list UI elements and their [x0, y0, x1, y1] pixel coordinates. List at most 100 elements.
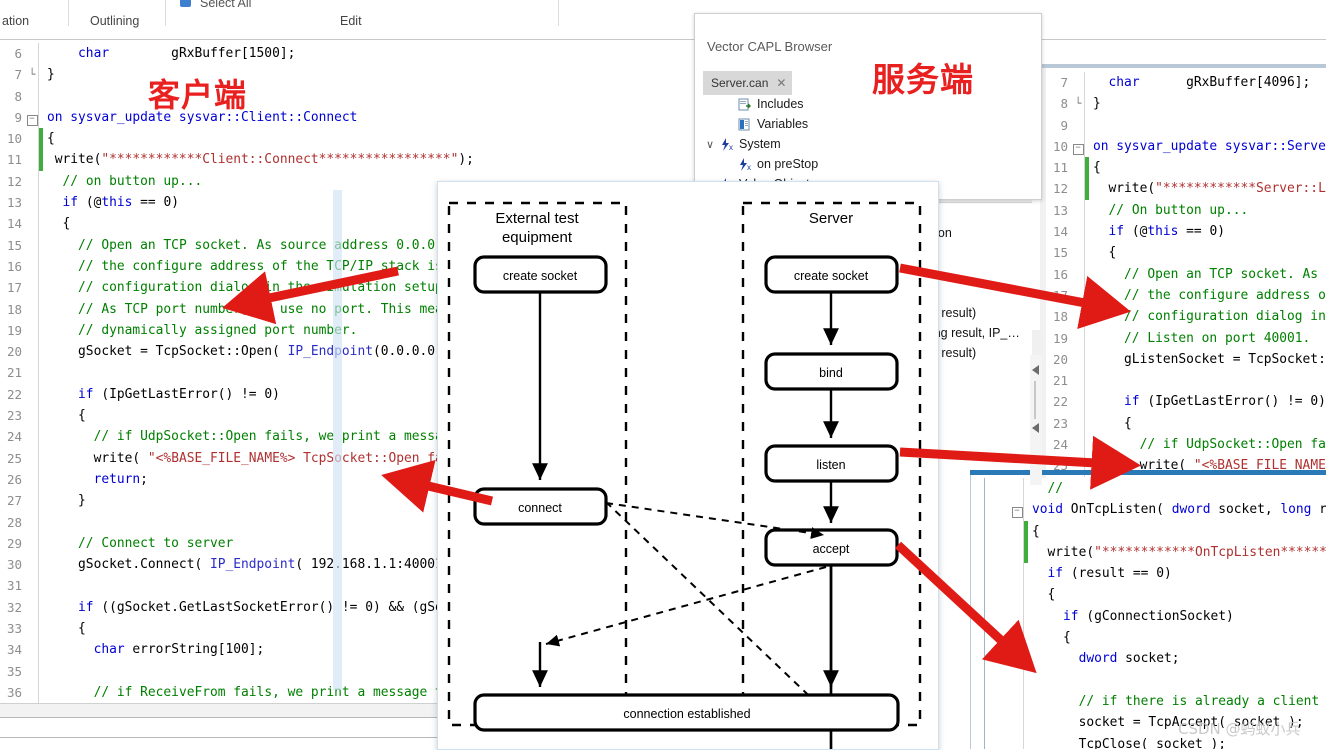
line-number: 13 [1046, 200, 1072, 221]
code-line: 10{ [0, 128, 700, 149]
code-text: { [1089, 242, 1116, 263]
select-all-checkbox-icon[interactable] [180, 0, 191, 7]
line-number: 8 [1046, 93, 1072, 114]
line-number: 32 [0, 597, 26, 618]
code-line: 17 // the configure address of [1046, 285, 1326, 306]
code-text: void OnTcpListen( dword socket, long res… [1028, 499, 1326, 520]
ontcplisten-code-editor[interactable]: //−void OnTcpListen( dword socket, long … [984, 478, 1326, 749]
line-number: 36 [0, 682, 26, 703]
line-number: 21 [1046, 370, 1072, 391]
line-number: 23 [0, 405, 26, 426]
capl-tree-item-system[interactable]: ∨ xSystem [703, 134, 1033, 154]
line-number: 12 [1046, 178, 1072, 199]
scroll-left-arrow-icon[interactable] [1032, 365, 1039, 375]
line-number: 14 [0, 213, 26, 234]
code-text: // Listen on port 40001. [1089, 328, 1310, 349]
line-number: 12 [0, 171, 26, 192]
capl-tree-item-variables[interactable]: Variables [703, 114, 1033, 134]
fold-toggle-icon[interactable]: − [1072, 136, 1084, 157]
ribbon-group-edit: Edit [340, 14, 362, 28]
ribbon-bottom-border [0, 39, 1326, 40]
code-text: { [43, 618, 86, 639]
line-number: 22 [1046, 391, 1072, 412]
line-number: 22 [0, 384, 26, 405]
line-number: 11 [0, 149, 26, 170]
fold-toggle-icon[interactable]: − [1011, 499, 1023, 520]
code-line [985, 670, 1326, 691]
code-text: } [43, 64, 55, 85]
line-number: 33 [0, 618, 26, 639]
fold-toggle-icon[interactable]: └ [26, 64, 38, 85]
fold-toggle-icon[interactable]: − [26, 107, 38, 128]
svg-text:x: x [729, 143, 733, 151]
capl-tree-item-includes[interactable]: Includes [703, 94, 1033, 114]
code-line: 23 { [1046, 413, 1326, 434]
line-number: 16 [0, 256, 26, 277]
capl-browser-title: Vector CAPL Browser [707, 39, 832, 54]
server-code-editor[interactable]: 7 char gRxBuffer[4096];8└}910−on sysvar_… [1046, 72, 1326, 477]
svg-text:x: x [747, 163, 751, 171]
code-line: dword socket; [985, 648, 1326, 669]
code-text: if (@this == 0) [43, 192, 179, 213]
svg-text:connect: connect [518, 501, 562, 515]
line-number: 10 [1046, 136, 1072, 157]
code-text: // Open an TCP socket. As source address… [43, 235, 497, 256]
left-editor-scrollbar[interactable] [333, 190, 342, 690]
line-number: 9 [0, 107, 26, 128]
code-text: write("************OnTcpListen**********… [1028, 542, 1326, 563]
code-text: char gRxBuffer[4096]; [1089, 72, 1310, 93]
code-text: gSocket = TcpSocket::Open( IP_Endpoint(0… [43, 341, 466, 362]
capl-tree-item-label: System [735, 137, 781, 151]
code-line: 12 write("************Server::L [1046, 178, 1326, 199]
ontcplisten-left-edge [970, 475, 985, 749]
capl-tree[interactable]: IncludesVariables∨xSystemxon preStop∨xVa… [703, 94, 1033, 194]
line-number: 34 [0, 639, 26, 660]
line-number: 20 [0, 341, 26, 362]
tab-server-can[interactable]: Server.can ✕ [703, 71, 792, 95]
code-text: char errorString[100]; [43, 639, 264, 660]
svg-text:listen: listen [816, 458, 845, 472]
line-number: 24 [1046, 434, 1072, 455]
code-text: // Connect to server [43, 533, 233, 554]
line-number: 11 [1046, 157, 1072, 178]
code-line: { [985, 584, 1326, 605]
line-number: 17 [1046, 285, 1072, 306]
close-icon[interactable]: ✕ [776, 76, 786, 90]
line-number: 30 [0, 554, 26, 575]
event-list-scrollbar[interactable] [1030, 355, 1042, 485]
svg-text:Server: Server [809, 210, 853, 227]
change-marker [1085, 115, 1089, 136]
code-text: { [1089, 413, 1132, 434]
line-number: 14 [1046, 221, 1072, 242]
line-number: 7 [1046, 72, 1072, 93]
code-line: 10−on sysvar_update sysvar::Server [1046, 136, 1326, 157]
line-number: 26 [0, 469, 26, 490]
code-text: return; [43, 469, 148, 490]
code-line: 13 // On button up... [1046, 200, 1326, 221]
line-number: 6 [0, 43, 26, 64]
code-text: if (@this == 0) [1089, 221, 1225, 242]
line-number: 19 [1046, 328, 1072, 349]
code-text: } [1089, 93, 1101, 114]
code-text: dword socket; [1028, 648, 1179, 669]
server-editor-accent-bar [1040, 64, 1326, 68]
code-line: 16 // Open an TCP socket. As s [1046, 264, 1326, 285]
change-marker [39, 575, 43, 596]
scroll-left-arrow-icon-2[interactable] [1032, 423, 1039, 433]
line-number: 16 [1046, 264, 1072, 285]
line-number: 18 [0, 299, 26, 320]
svg-text:create socket: create socket [794, 269, 869, 283]
code-text: // the configure address of [1089, 285, 1326, 306]
code-line: 24 // if UdpSocket::Open fai [1046, 434, 1326, 455]
fold-toggle-icon[interactable]: └ [1072, 93, 1084, 114]
code-line: { [985, 521, 1326, 542]
ribbon-item-select-all[interactable]: Select All [200, 0, 251, 10]
chevron-down-icon[interactable]: ∨ [703, 138, 717, 151]
vector-capl-browser-window[interactable]: Vector CAPL Browser Server.can ✕ Include… [694, 13, 1042, 200]
code-text: { [1028, 584, 1055, 605]
code-text: { [43, 213, 70, 234]
svg-text:create socket: create socket [503, 269, 578, 283]
line-number: 23 [1046, 413, 1072, 434]
capl-tree-item-on-prestop[interactable]: xon preStop [703, 154, 1033, 174]
line-number: 15 [1046, 242, 1072, 263]
